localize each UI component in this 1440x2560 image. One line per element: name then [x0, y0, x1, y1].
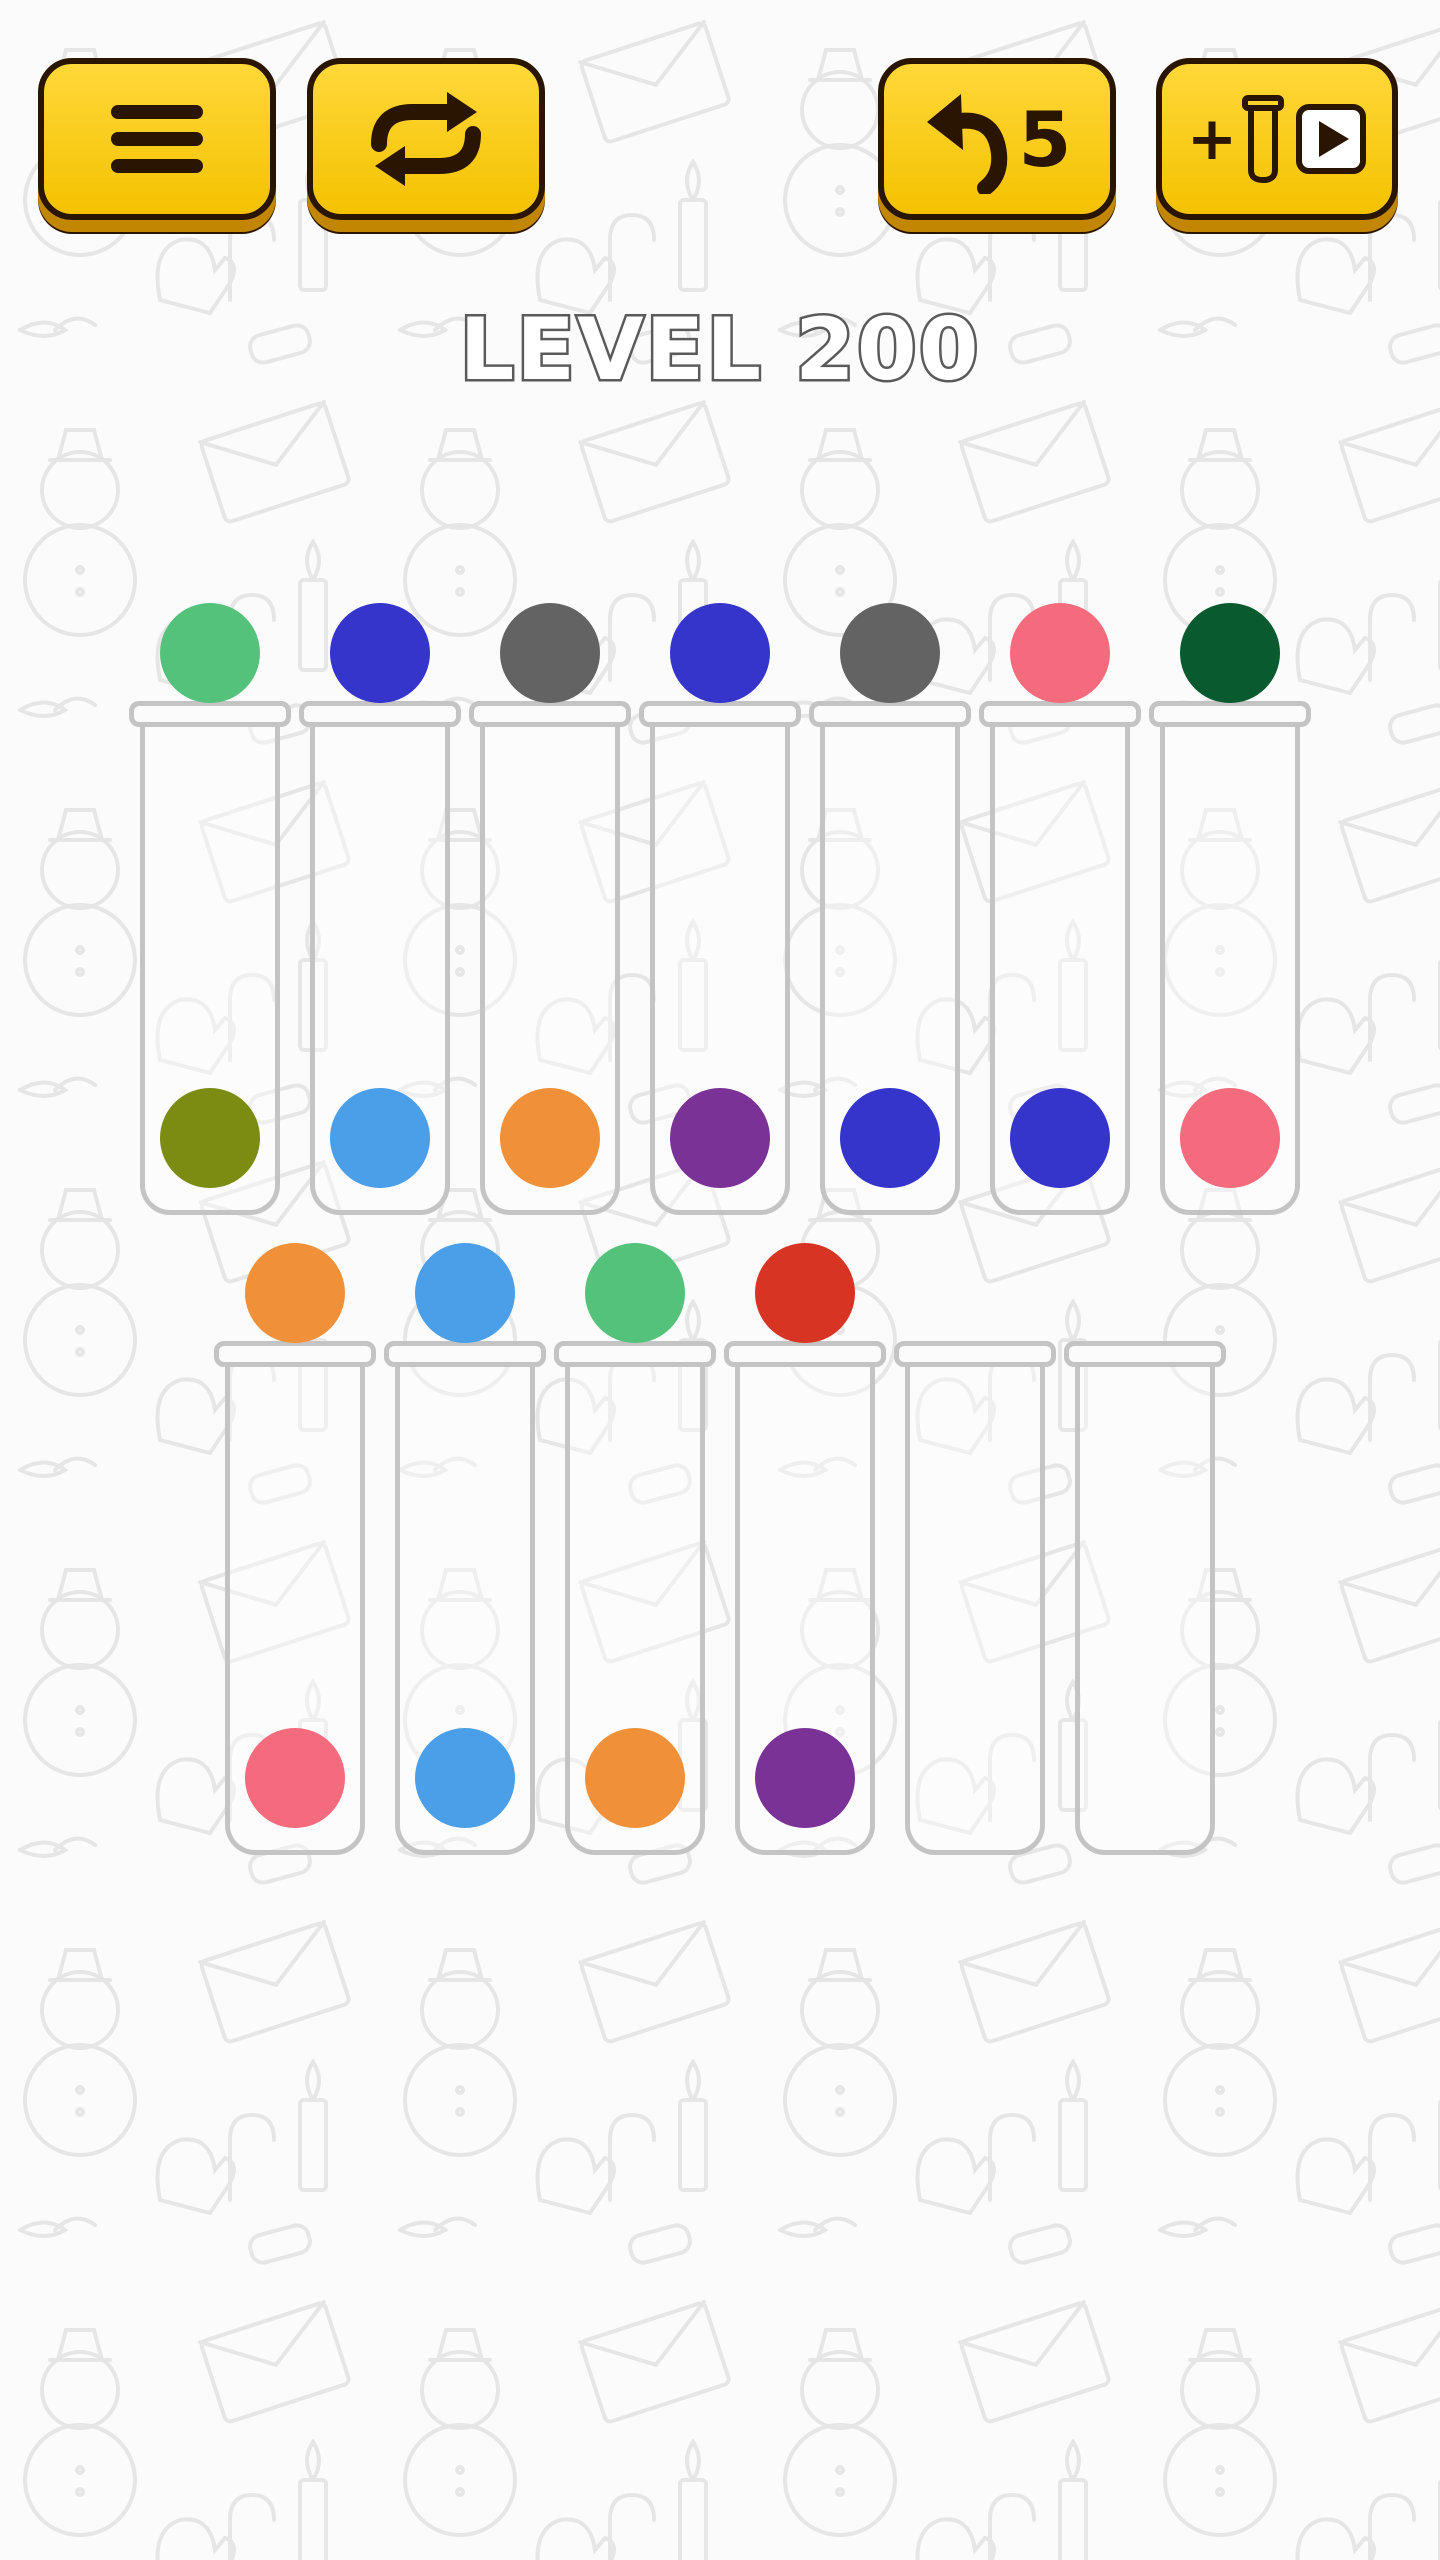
ball-pink [245, 1728, 345, 1828]
tube-13[interactable] [1064, 1341, 1226, 1855]
ball-light-blue [330, 1088, 430, 1188]
ball-olive [160, 1088, 260, 1188]
lifted-ball-dark-green [1180, 603, 1280, 703]
play-video-icon [1296, 104, 1367, 174]
lifted-ball-pink [1010, 603, 1110, 703]
lifted-ball-green [160, 603, 260, 703]
add-tube-plus: + [1186, 104, 1238, 174]
lifted-ball-orange [245, 1243, 345, 1343]
ball-light-blue [415, 1728, 515, 1828]
ball-purple [755, 1728, 855, 1828]
tube-icon [1242, 95, 1285, 184]
undo-arrow-icon [926, 94, 1007, 194]
ball-blue [1010, 1088, 1110, 1188]
tube-12[interactable] [894, 1341, 1056, 1855]
restart-arrows-icon [371, 92, 481, 186]
undo-button[interactable]: 5 [878, 58, 1116, 220]
level-title: LEVEL 200 [457, 298, 981, 403]
lifted-ball-gray [500, 603, 600, 703]
lifted-ball-light-blue [415, 1243, 515, 1343]
lifted-ball-green [585, 1243, 685, 1343]
lifted-ball-gray [840, 603, 940, 703]
undo-count: 5 [1018, 94, 1072, 184]
lifted-ball-blue [330, 603, 430, 703]
ball-purple [670, 1088, 770, 1188]
ball-blue [840, 1088, 940, 1188]
restart-button[interactable] [307, 58, 545, 220]
add-tube-button[interactable]: + [1156, 58, 1398, 220]
lifted-ball-blue [670, 603, 770, 703]
ball-pink [1180, 1088, 1280, 1188]
ball-orange [585, 1728, 685, 1828]
hamburger-menu-icon [111, 105, 203, 173]
lifted-ball-red [755, 1243, 855, 1343]
menu-button[interactable] [38, 58, 276, 220]
ball-orange [500, 1088, 600, 1188]
